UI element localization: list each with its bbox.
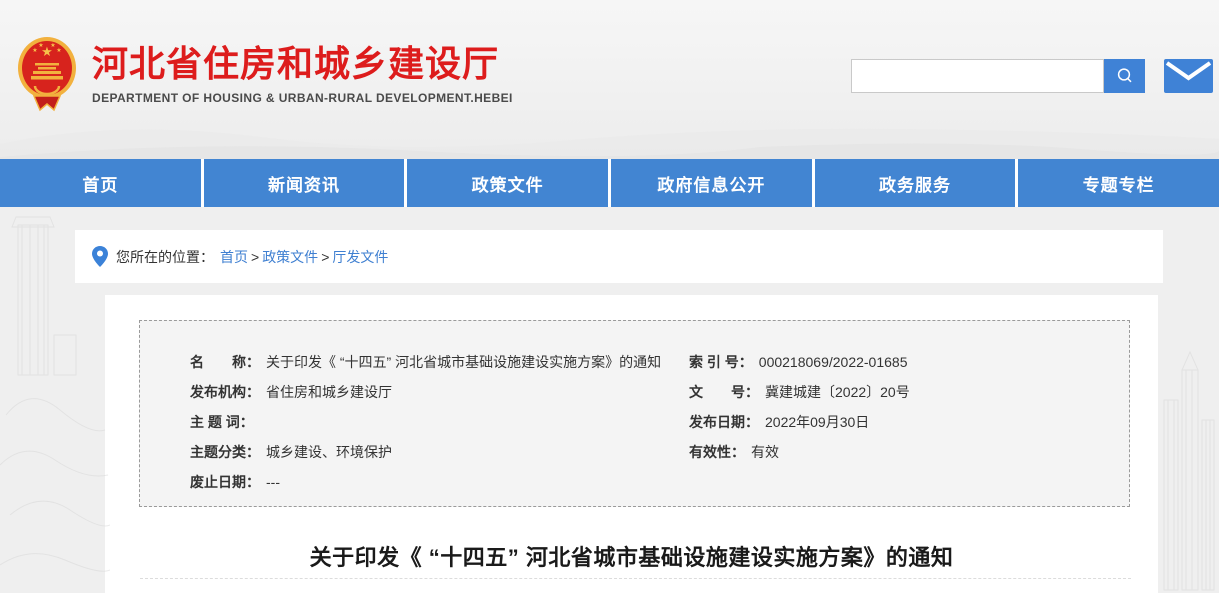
meta-value: 关于印发《 “十四五” 河北省城市基础设施建设实施方案》的通知 [266, 354, 661, 370]
breadcrumb: 您所在的位置： 首页 > 政策文件 > 厅发文件 [75, 230, 1163, 283]
meta-value: 2022年09月30日 [765, 414, 869, 430]
nav-item-special-topics[interactable]: 专题专栏 [1018, 159, 1219, 207]
meta-row-subject-words: 主 题 词： [190, 407, 660, 437]
meta-row-issuing-agency: 发布机构： 省住房和城乡建设厅 [190, 377, 660, 407]
meta-value: 000218069/2022-01685 [759, 354, 908, 370]
search-input[interactable] [851, 59, 1104, 93]
breadcrumb-prefix: 您所在的位置： [116, 247, 214, 267]
meta-label: 名 称： [190, 354, 260, 370]
main-content: 名 称： 关于印发《 “十四五” 河北省城市基础设施建设实施方案》的通知 发布机构… [105, 295, 1158, 593]
svg-text:★: ★ [56, 47, 61, 54]
nav-item-gov-info-disclosure[interactable]: 政府信息公开 [611, 159, 812, 207]
meta-column-right: 索 引 号： 000218069/2022-01685 文 号： 冀建城建〔2022… [689, 347, 1109, 467]
breadcrumb-link-department-documents[interactable]: 厅发文件 [332, 247, 388, 267]
meta-value: 城乡建设、环境保护 [266, 444, 392, 460]
site-header: ★ ★ ★ ★ ★ 河北省住房和城乡建设厅 DEPARTMENT OF HOUS… [0, 0, 1219, 159]
meta-row-document-number: 文 号： 冀建城建〔2022〕20号 [689, 377, 1109, 407]
mail-icon [1164, 59, 1213, 93]
title-divider [140, 578, 1131, 579]
svg-text:★: ★ [38, 42, 43, 49]
meta-row-subject-category: 主题分类： 城乡建设、环境保护 [190, 437, 660, 467]
meta-value: 有效 [751, 444, 779, 460]
breadcrumb-link-home[interactable]: 首页 [220, 247, 248, 267]
meta-row-index-number: 索 引 号： 000218069/2022-01685 [689, 347, 1109, 377]
right-ink-sketch-art [1158, 340, 1219, 593]
meta-label: 有效性： [689, 444, 745, 460]
document-meta-box: 名 称： 关于印发《 “十四五” 河北省城市基础设施建设实施方案》的通知 发布机构… [139, 320, 1130, 507]
meta-label: 索 引 号： [689, 354, 753, 370]
site-title: 河北省住房和城乡建设厅 [92, 44, 513, 84]
national-emblem-icon: ★ ★ ★ ★ ★ [16, 34, 78, 112]
article-title: 关于印发《 “十四五” 河北省城市基础设施建设实施方案》的通知 [105, 540, 1158, 572]
meta-value: 省住房和城乡建设厅 [266, 384, 392, 400]
meta-row-title: 名 称： 关于印发《 “十四五” 河北省城市基础设施建设实施方案》的通知 [190, 347, 660, 377]
nav-item-news[interactable]: 新闻资讯 [204, 159, 405, 207]
nav-item-policy-documents[interactable]: 政策文件 [407, 159, 608, 207]
meta-label: 主 题 词： [190, 414, 254, 430]
nav-item-home[interactable]: 首页 [0, 159, 201, 207]
mail-button[interactable] [1164, 59, 1213, 93]
meta-row-publish-date: 发布日期： 2022年09月30日 [689, 407, 1109, 437]
location-pin-icon [92, 246, 108, 267]
svg-text:★: ★ [32, 47, 37, 54]
svg-text:★: ★ [50, 42, 55, 49]
meta-column-left: 名 称： 关于印发《 “十四五” 河北省城市基础设施建设实施方案》的通知 发布机构… [190, 347, 660, 497]
breadcrumb-separator: > [321, 249, 329, 265]
breadcrumb-separator: > [251, 249, 259, 265]
search-button[interactable] [1104, 59, 1145, 93]
meta-row-validity: 有效性： 有效 [689, 437, 1109, 467]
meta-label: 发布机构： [190, 384, 260, 400]
breadcrumb-link-policy-documents[interactable]: 政策文件 [262, 247, 318, 267]
search-icon [1115, 66, 1135, 86]
brand-text: 河北省住房和城乡建设厅 DEPARTMENT OF HOUSING & URBA… [92, 34, 513, 105]
meta-label: 废止日期： [190, 474, 260, 490]
meta-value: --- [266, 474, 280, 490]
meta-label: 发布日期： [689, 414, 759, 430]
meta-label: 文 号： [689, 384, 759, 400]
meta-label: 主题分类： [190, 444, 260, 460]
main-nav: 首页 新闻资讯 政策文件 政府信息公开 政务服务 专题专栏 [0, 159, 1219, 207]
meta-value: 冀建城建〔2022〕20号 [765, 384, 910, 400]
nav-item-gov-services[interactable]: 政务服务 [815, 159, 1016, 207]
page: ★ ★ ★ ★ ★ 河北省住房和城乡建设厅 DEPARTMENT OF HOUS… [0, 0, 1219, 593]
site-logo[interactable]: ★ ★ ★ ★ ★ 河北省住房和城乡建设厅 DEPARTMENT OF HOUS… [16, 34, 513, 112]
site-subtitle: DEPARTMENT OF HOUSING & URBAN-RURAL DEVE… [92, 91, 513, 105]
meta-row-repeal-date: 废止日期： --- [190, 467, 660, 497]
